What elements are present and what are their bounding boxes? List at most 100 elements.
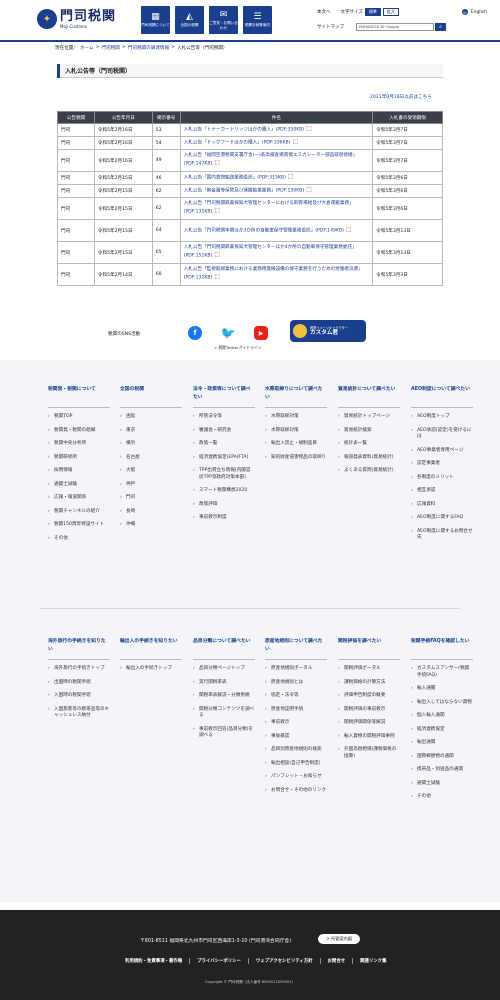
footer-nav-heading[interactable]: 水際取締りについて調べたい [265, 386, 327, 408]
archive-link[interactable]: 2021年9月18日以前はこちら [370, 94, 432, 100]
footer-nav-link[interactable]: 事前教示制度 [193, 515, 255, 522]
footer-nav-link[interactable]: AEO制度に関するFAQ [411, 515, 473, 522]
footer-nav-link[interactable]: 入国旅客等の携帯品等のキャッシュレス納付 [48, 707, 110, 720]
notice-link[interactable]: 入札公告「国内貨物輸送業務委託」(PDF:315KB) [184, 176, 286, 181]
footer-nav-heading[interactable]: AEO制度について調べたい [411, 386, 473, 408]
footer-nav-heading[interactable]: 税関発・税関について [48, 386, 110, 408]
search-button[interactable]: ⌕ [435, 23, 446, 31]
footer-nav-link[interactable]: 税関研修所 [48, 455, 110, 462]
footer-nav-link[interactable]: 審議会・研究会 [193, 428, 255, 435]
footer-nav-link[interactable]: AEO制度トップ [411, 414, 473, 421]
footer-nav-link[interactable]: 品目分類ページトップ [193, 666, 255, 673]
font-large-button[interactable]: 拡大 [382, 8, 399, 16]
footer-nav-heading[interactable]: 原産地規則について調べたい [265, 638, 327, 660]
footer-nav-link[interactable]: 関税分類コンテンツを調べる [193, 707, 255, 720]
footer-nav-link[interactable]: 広報・報道関係 [48, 495, 110, 502]
footer-nav-link[interactable]: その他 [48, 536, 110, 543]
footer-nav-link[interactable]: 税関中央分析所 [48, 441, 110, 448]
english-link[interactable]: ◎ English [461, 9, 487, 15]
footer-nav-link[interactable]: 課税価格の計算方法 [338, 680, 400, 687]
notice-link[interactable]: 入札公告「福岡空港税関支署庁舎(一)系高検査場南側エスカレーター部品取替修繕」(… [184, 153, 358, 166]
footer-nav-link[interactable]: 品目別原産地規則の検索 [265, 747, 327, 754]
footer-nav-link[interactable]: 輸出入禁止・規制品目 [265, 441, 327, 448]
accessibility-link[interactable]: ウェブアクセシビリティ方針 [249, 958, 321, 964]
footer-nav-link[interactable]: 協定・法令等 [265, 693, 327, 700]
footer-nav-link[interactable]: 水際取締対策 [265, 414, 327, 421]
footer-nav-link[interactable]: 政策評価 [193, 502, 255, 509]
footer-nav-link[interactable]: 税関150周年特設サイト [48, 522, 110, 529]
footer-nav-link[interactable]: 輸出通関 [411, 740, 473, 747]
footer-nav-link[interactable]: スマート税関構想2020 [193, 488, 255, 495]
notice-link[interactable]: 入札公告「麻金属等保管及び運搬輸業業務」(PDF:130KB) [184, 189, 305, 194]
footer-nav-link[interactable]: 評価申告制度の概要 [338, 693, 400, 700]
footer-nav-link[interactable]: 輸入通關 [411, 686, 473, 693]
notice-link[interactable]: 入札公告「ドッグフードほかの購入」(PDF:336KB) [184, 141, 291, 146]
footer-nav-link[interactable]: 所管法令等 [193, 414, 255, 421]
footer-nav-link[interactable]: その他 [411, 794, 473, 801]
footer-nav-link[interactable]: 税関チャンネルの紹介 [48, 509, 110, 516]
footer-nav-link[interactable]: 税関TOP [48, 414, 110, 421]
footer-nav-link[interactable]: 広報資料 [411, 502, 473, 509]
twitter-guideline-link[interactable]: > 税関Twitterガイドライン [214, 345, 262, 351]
footer-nav-link[interactable]: 門司 [120, 495, 182, 502]
footer-nav-link[interactable]: 経済連携協定(EPA/FTA) [193, 455, 255, 462]
footer-nav-link[interactable]: 認定事業者 [411, 461, 473, 468]
footer-nav-link[interactable]: 横浜 [120, 441, 182, 448]
footer-nav-link[interactable]: AEO承認(認定)を受けるには [411, 428, 473, 441]
footer-nav-link[interactable]: 採用情報 [48, 468, 110, 475]
footer-nav-link[interactable]: 関税評価関係等解説 [338, 720, 400, 727]
footer-nav-link[interactable]: 東京 [120, 428, 182, 435]
footer-nav-link[interactable]: 通関士試験 [48, 482, 110, 489]
breadcrumb-moji[interactable]: 門司税関 [102, 45, 120, 51]
footer-nav-heading[interactable]: 海外旅行の手続きを知りたい [48, 638, 110, 660]
youtube-icon[interactable]: ▶ [254, 326, 268, 340]
facebook-icon[interactable]: f [188, 326, 202, 340]
footer-nav-link[interactable]: 輸出相談(自己申告制度) [265, 761, 327, 768]
footer-nav-link[interactable]: TPP出荷立ち情報(内閣官房TPP等政府対策本部) [193, 468, 255, 481]
footer-nav-link[interactable]: 輸出入してはならない貨物 [411, 700, 473, 707]
footer-nav-link[interactable]: 政策一覧 [193, 441, 255, 448]
notice-link[interactable]: 入札公告「監視取締業務における業務用無線設備の保守業務を行うための労働者派遣」(… [184, 267, 363, 280]
footer-nav-link[interactable]: 事前教示回答(品目分類)を調べる [193, 727, 255, 740]
footer-nav-heading[interactable]: 税関手続FAQを確認したい [411, 638, 473, 660]
map-guide-button[interactable]: > 所管案内図 [318, 934, 360, 944]
terms-link[interactable]: 利用規約・免責事項・著作権 [118, 958, 191, 964]
footer-nav-link[interactable]: AEO事業者専用ページ [411, 448, 473, 455]
notice-link[interactable]: 入札公告「門司税関麻薬探知犬管理センターにおける飼育場給及び大倉運搬業務」(PD… [184, 201, 354, 214]
breadcrumb-home[interactable]: ホーム [80, 45, 94, 51]
footer-nav-link[interactable]: 大阪 [120, 468, 182, 475]
related-links-link[interactable]: 関連リンク集 [353, 958, 393, 964]
footer-nav-link[interactable]: パンフレット・お知らせ [265, 774, 327, 781]
breadcrumb-procurement[interactable]: 門司税関の調達情報 [128, 45, 169, 51]
footer-nav-link[interactable]: 統計表一覧 [338, 441, 400, 448]
footer-nav-link[interactable]: 原産地証明手続 [265, 707, 327, 714]
procedure-guide-button[interactable]: ☰ 税関手続等案内 [243, 6, 272, 34]
footer-nav-link[interactable]: 沖縄 [120, 522, 182, 529]
footer-nav-link[interactable]: 貿易統計検索 [338, 428, 400, 435]
skip-to-content-link[interactable]: 本文へ [317, 9, 331, 15]
footer-nav-link[interactable]: 各制度のメリット [411, 475, 473, 482]
notice-link[interactable]: 入札公告「門司税関麻薬探知犬管理センターほか4か所の自動車保守管理業務委託」(P… [184, 245, 357, 258]
footer-nav-link[interactable]: 原産地規則ポータル [265, 666, 327, 673]
footer-nav-heading[interactable]: 貿易統計について調べたい [338, 386, 400, 408]
font-standard-button[interactable]: 標準 [364, 8, 381, 16]
footer-nav-link[interactable]: 神戸 [120, 482, 182, 489]
footer-nav-link[interactable]: 経済連携協定 [411, 727, 473, 734]
footer-nav-link[interactable]: 長崎 [120, 509, 182, 516]
footer-nav-heading[interactable]: 関税評価を調べたい [338, 638, 400, 660]
notice-link[interactable]: 入札公告「門司税関本関ほか3か所の自動車保守管理業務委託」(PDF:149KB) [184, 228, 344, 233]
footer-nav-link[interactable]: よくある質問(貿易統計) [338, 468, 400, 475]
about-moji-customs-button[interactable]: ▦ 門司税関について [141, 6, 170, 34]
footer-nav-heading[interactable]: 法令・政策等について調べたい [193, 386, 255, 408]
footer-nav-heading[interactable]: 全国の税関 [120, 386, 182, 408]
footer-nav-link[interactable]: 水際取締対策 [265, 428, 327, 435]
footer-nav-link[interactable]: 輸出入の手続きトップ [120, 666, 182, 673]
footer-nav-link[interactable]: 通関士試験 [411, 781, 473, 788]
footer-nav-link[interactable]: 携帯品・別送品の通関 [411, 767, 473, 774]
sitemap-link[interactable]: サイトマップ [317, 24, 344, 30]
footer-nav-link[interactable]: 関税率表解説・分類例規 [193, 693, 255, 700]
site-logo[interactable]: ✦ 門司税関 Moji Customs [37, 9, 116, 29]
footer-nav-link[interactable]: 函館 [120, 414, 182, 421]
footer-nav-heading[interactable]: 輸出入の手続きを知りたい [120, 638, 182, 660]
kastam-kun-banner[interactable]: 税関イメージキャラクター カスタム君 [290, 320, 366, 342]
